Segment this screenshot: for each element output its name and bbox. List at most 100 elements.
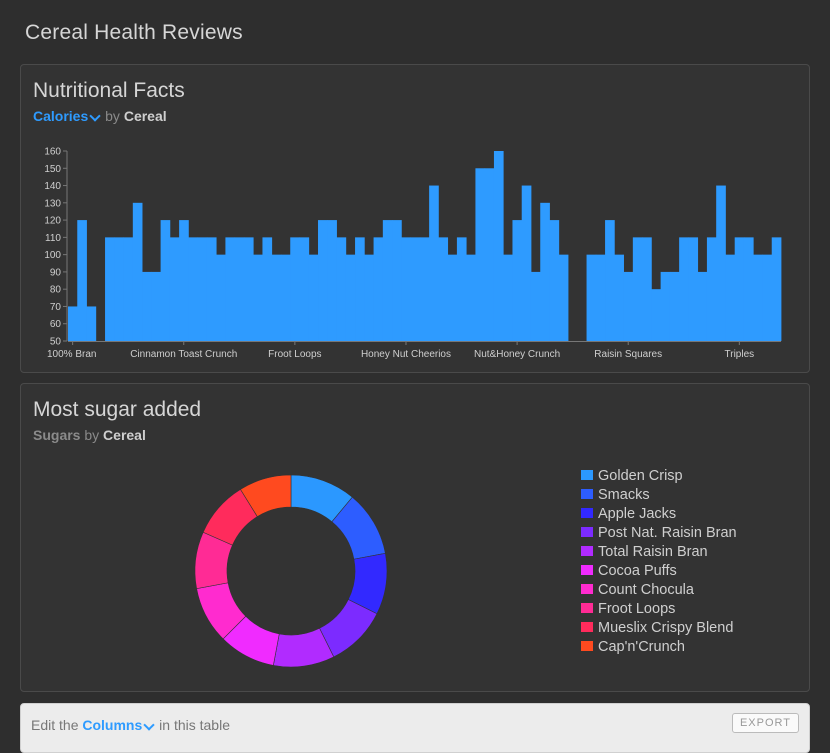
calorie-bar[interactable] bbox=[484, 168, 495, 341]
calorie-bar[interactable] bbox=[642, 237, 652, 341]
calorie-bar[interactable] bbox=[327, 220, 337, 341]
calorie-bar[interactable] bbox=[290, 237, 300, 341]
calorie-bar[interactable] bbox=[623, 271, 634, 341]
legend-item[interactable]: Cocoa Puffs bbox=[581, 563, 737, 582]
legend-item[interactable]: Mueslix Crispy Blend bbox=[581, 620, 737, 639]
calorie-bar[interactable] bbox=[447, 254, 458, 341]
calorie-bar[interactable] bbox=[716, 185, 726, 341]
calorie-bar[interactable] bbox=[771, 237, 782, 341]
calorie-bar[interactable] bbox=[679, 237, 689, 341]
calorie-bar[interactable] bbox=[706, 237, 717, 341]
calorie-bar[interactable] bbox=[429, 185, 439, 341]
calorie-bar[interactable] bbox=[355, 237, 365, 341]
calorie-bar[interactable] bbox=[512, 220, 523, 341]
calorie-bar[interactable] bbox=[438, 237, 449, 341]
calorie-bar[interactable] bbox=[540, 202, 550, 341]
y-tick-label: 110 bbox=[45, 233, 61, 244]
calorie-bar[interactable] bbox=[549, 220, 560, 341]
calorie-bar[interactable] bbox=[725, 254, 736, 341]
calorie-bar[interactable] bbox=[308, 254, 319, 341]
calorie-bar[interactable] bbox=[243, 237, 254, 341]
calorie-bar[interactable] bbox=[169, 237, 180, 341]
x-tick-label: Nut&Honey Crunch bbox=[474, 349, 560, 360]
legend-swatch bbox=[581, 622, 593, 632]
calorie-bar[interactable] bbox=[179, 220, 189, 341]
calorie-bar[interactable] bbox=[753, 254, 763, 341]
calorie-bar[interactable] bbox=[197, 237, 208, 341]
calorie-bar[interactable] bbox=[762, 254, 773, 341]
calorie-bar[interactable] bbox=[595, 254, 606, 341]
calorie-bar[interactable] bbox=[68, 306, 78, 341]
calorie-bar[interactable] bbox=[86, 306, 97, 341]
calorie-bar[interactable] bbox=[318, 220, 328, 341]
calorie-bar[interactable] bbox=[132, 202, 143, 341]
calorie-bar[interactable] bbox=[475, 168, 486, 341]
calorie-bar[interactable] bbox=[206, 237, 217, 341]
legend-item[interactable]: Froot Loops bbox=[581, 601, 737, 620]
calorie-bar[interactable] bbox=[503, 254, 513, 341]
calorie-bar[interactable] bbox=[651, 289, 662, 341]
calorie-bar[interactable] bbox=[614, 254, 624, 341]
calorie-bar[interactable] bbox=[299, 237, 310, 341]
calorie-bar[interactable] bbox=[456, 237, 467, 341]
calorie-bar[interactable] bbox=[688, 237, 699, 341]
calorie-bar[interactable] bbox=[660, 271, 671, 341]
calorie-bar[interactable] bbox=[253, 254, 263, 341]
calorie-bar[interactable] bbox=[142, 271, 152, 341]
calorie-bar[interactable] bbox=[160, 220, 171, 341]
calorie-bar[interactable] bbox=[586, 254, 597, 341]
y-tick-label: 50 bbox=[50, 337, 62, 348]
legend-swatch bbox=[581, 603, 593, 613]
legend-item[interactable]: Total Raisin Bran bbox=[581, 544, 737, 563]
calorie-bar[interactable] bbox=[734, 237, 745, 341]
calorie-bar[interactable] bbox=[493, 151, 504, 341]
x-tick-label: Froot Loops bbox=[268, 349, 321, 360]
legend-item[interactable]: Post Nat. Raisin Bran bbox=[581, 525, 737, 544]
y-tick-label: 80 bbox=[50, 285, 62, 296]
calorie-bar[interactable] bbox=[188, 237, 199, 341]
calorie-bar[interactable] bbox=[77, 220, 87, 341]
calorie-bar[interactable] bbox=[530, 271, 541, 341]
legend-item[interactable]: Cap'n'Crunch bbox=[581, 639, 737, 658]
calorie-bar[interactable] bbox=[280, 254, 291, 341]
calorie-bar[interactable] bbox=[364, 254, 374, 341]
legend-item[interactable]: Apple Jacks bbox=[581, 506, 737, 525]
legend-item[interactable]: Smacks bbox=[581, 487, 737, 506]
calorie-bar[interactable] bbox=[105, 237, 115, 341]
legend-item[interactable]: Count Chocula bbox=[581, 582, 737, 601]
legend-label: Cap'n'Crunch bbox=[598, 639, 685, 655]
calorie-bar[interactable] bbox=[123, 237, 134, 341]
calorie-bar[interactable] bbox=[336, 237, 347, 341]
app-title: Cereal Health Reviews bbox=[25, 21, 243, 44]
calorie-bar[interactable] bbox=[632, 237, 643, 341]
calorie-bar[interactable] bbox=[419, 237, 430, 341]
calorie-bar[interactable] bbox=[234, 237, 245, 341]
calorie-bar[interactable] bbox=[669, 271, 680, 341]
calorie-bar[interactable] bbox=[401, 237, 412, 341]
calorie-bar[interactable] bbox=[605, 220, 615, 341]
calorie-bar[interactable] bbox=[345, 254, 356, 341]
y-tick-label: 130 bbox=[44, 198, 61, 209]
calorie-bar[interactable] bbox=[410, 237, 421, 341]
calorie-bar[interactable] bbox=[466, 254, 476, 341]
export-button[interactable]: EXPORT bbox=[731, 713, 799, 733]
calorie-bar[interactable] bbox=[114, 237, 124, 341]
calorie-bar[interactable] bbox=[262, 237, 273, 341]
calorie-bar[interactable] bbox=[743, 237, 754, 341]
x-tick-label: Raisin Squares bbox=[594, 349, 662, 360]
calorie-bar[interactable] bbox=[697, 271, 708, 341]
calorie-bar[interactable] bbox=[382, 220, 393, 341]
calorie-bar[interactable] bbox=[521, 185, 532, 341]
legend-swatch bbox=[581, 546, 593, 556]
y-tick-label: 140 bbox=[44, 181, 61, 192]
columns-dropdown[interactable]: Columns bbox=[82, 717, 155, 733]
legend-item[interactable]: Golden Crisp bbox=[581, 468, 737, 487]
calorie-bar[interactable] bbox=[225, 237, 236, 341]
calorie-bar[interactable] bbox=[392, 220, 402, 341]
calorie-bar[interactable] bbox=[216, 254, 226, 341]
calorie-bar[interactable] bbox=[271, 254, 282, 341]
calorie-bar[interactable] bbox=[151, 271, 161, 341]
calorie-bar[interactable] bbox=[558, 254, 569, 341]
calorie-bar[interactable] bbox=[373, 237, 384, 341]
nutrition-panel: Nutritional Facts Calories by Cereal 50 6… bbox=[20, 64, 810, 373]
